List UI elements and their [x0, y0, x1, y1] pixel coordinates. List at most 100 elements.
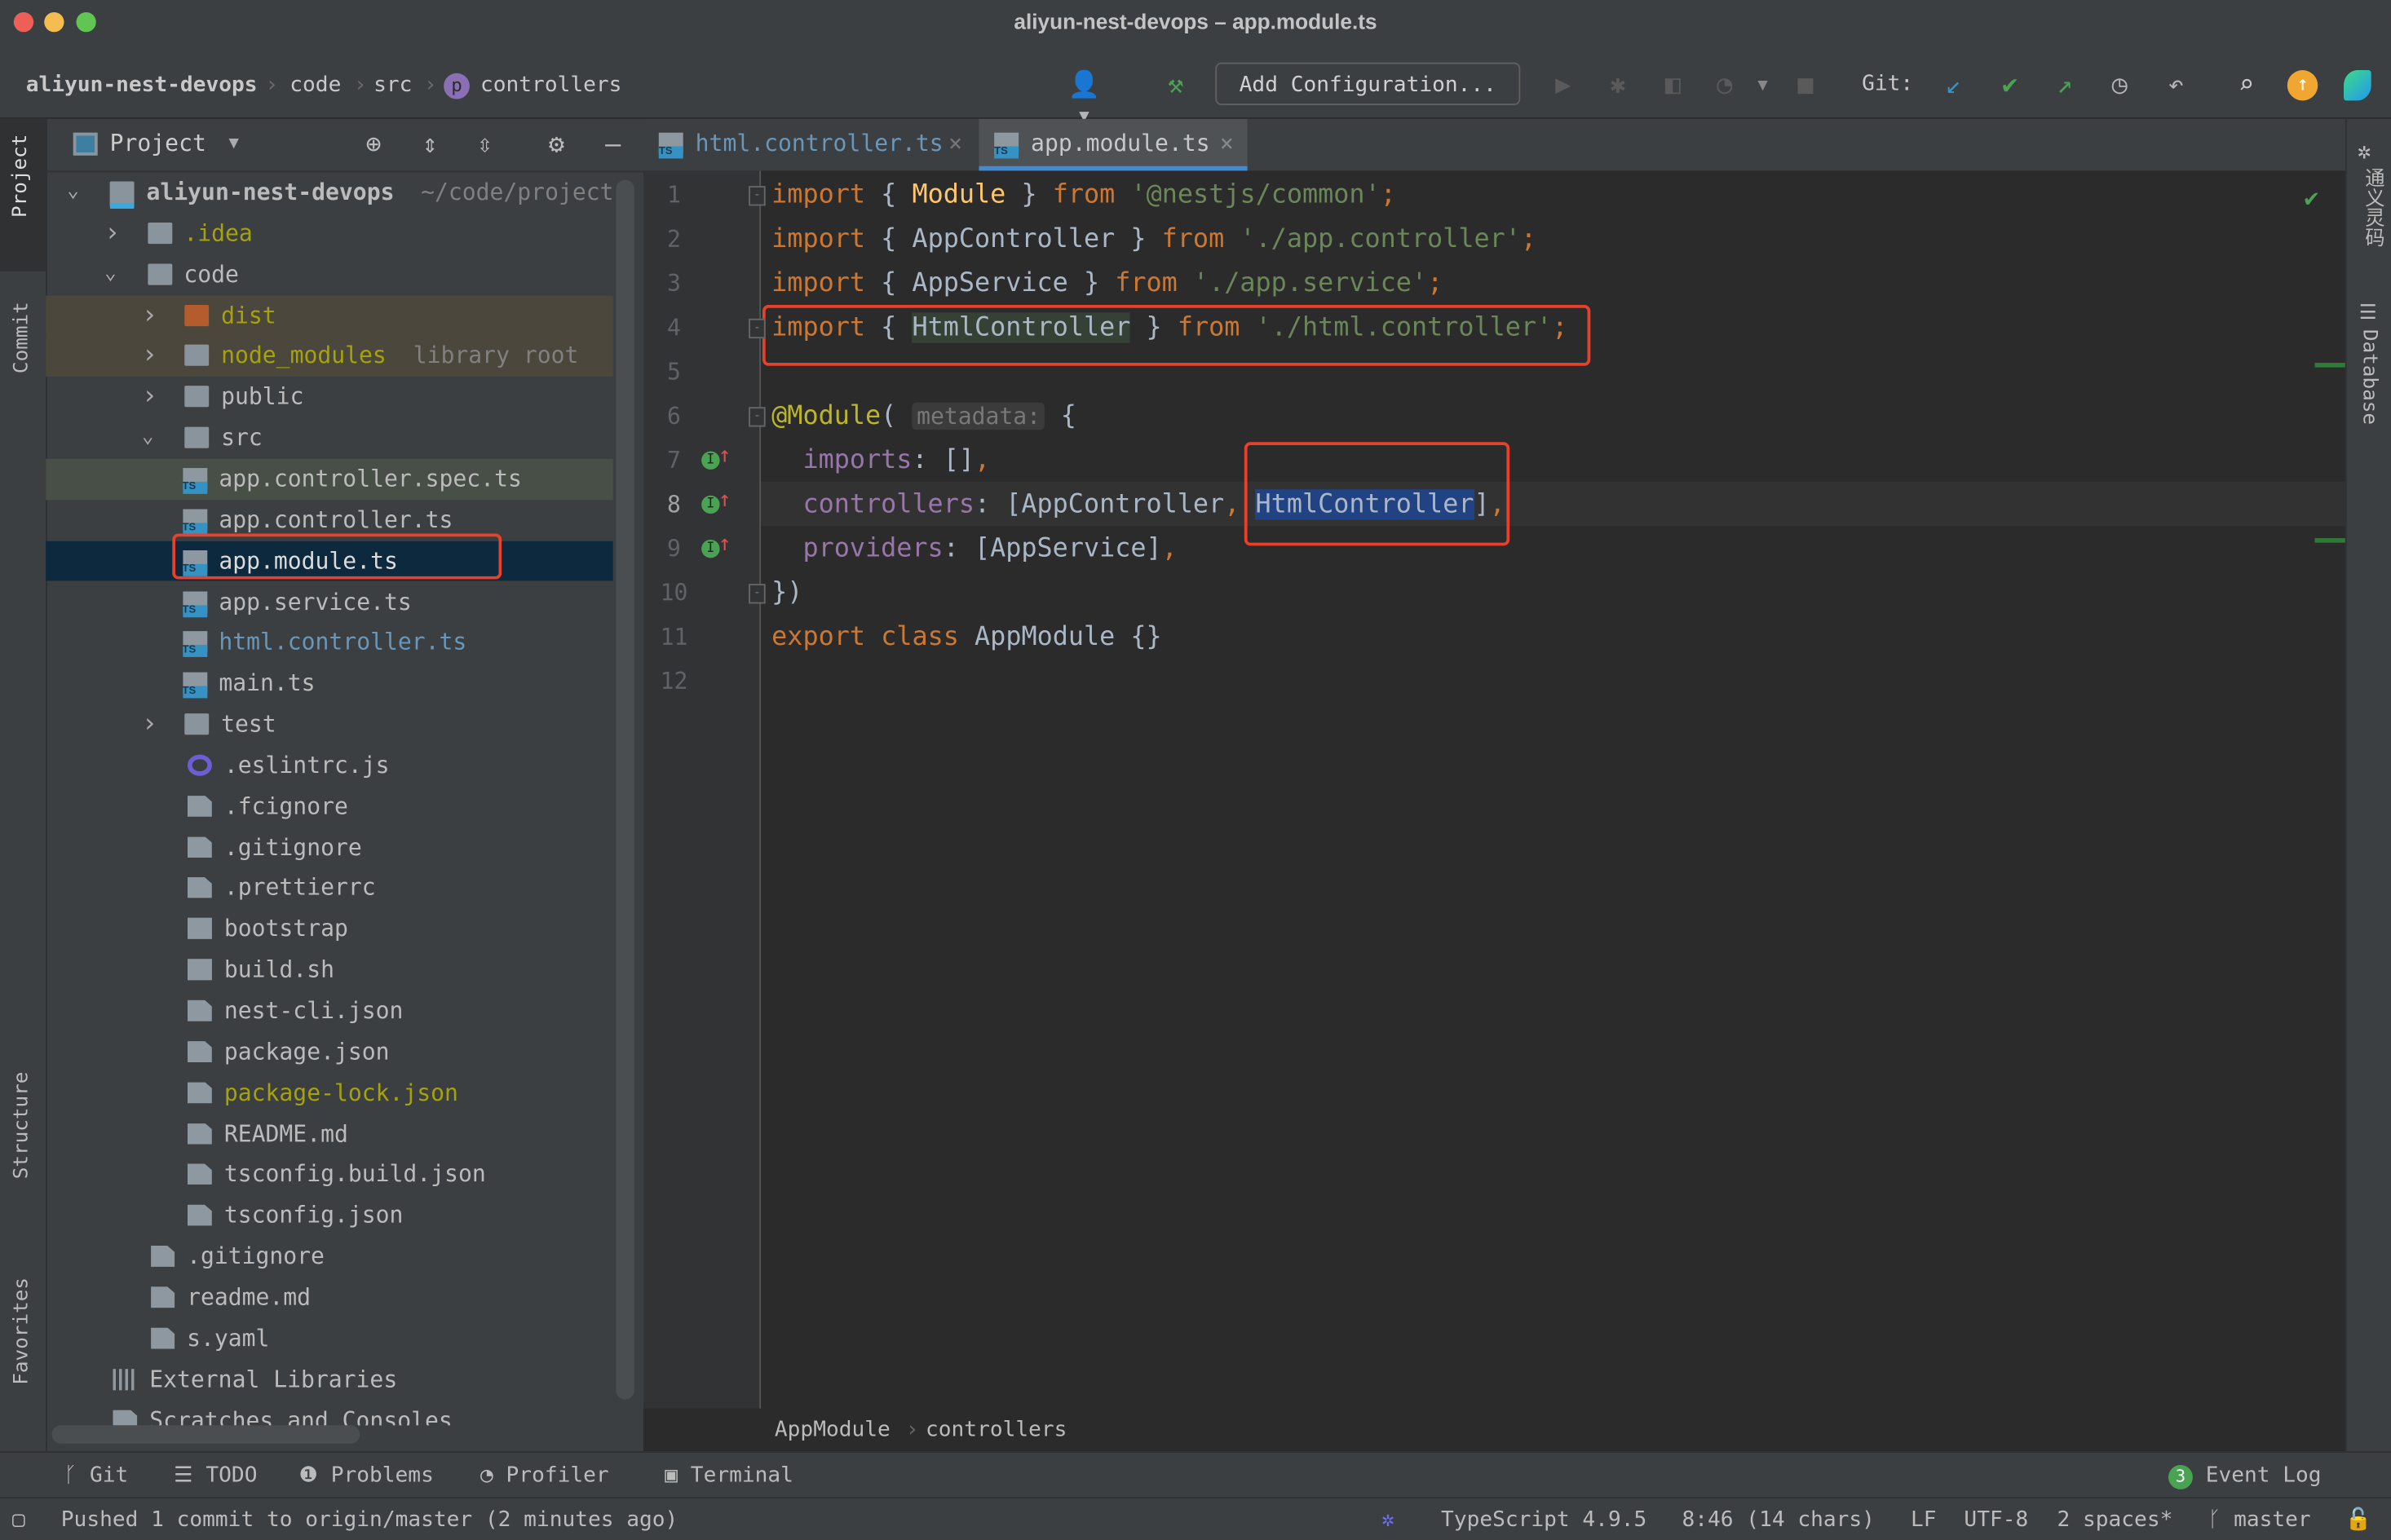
- code-line[interactable]: export class AppModule {}: [771, 616, 1162, 660]
- tree-item[interactable]: › public: [46, 377, 613, 417]
- expand-all-icon[interactable]: ⇕: [413, 130, 447, 160]
- tree-item[interactable]: bootstrap: [46, 909, 613, 950]
- status-message[interactable]: Pushed 1 commit to origin/master (2 minu…: [61, 1498, 678, 1539]
- breadcrumb-src[interactable]: src: [373, 73, 412, 98]
- tree-item[interactable]: html.controller.ts: [46, 623, 613, 664]
- implements-gutter-icon[interactable]: I: [701, 495, 720, 514]
- arrow-up-icon[interactable]: ↑: [718, 443, 731, 468]
- update-icon[interactable]: ↑: [2287, 70, 2318, 101]
- fold-icon[interactable]: -: [749, 318, 766, 339]
- tree-item[interactable]: readme.md: [46, 1277, 613, 1318]
- hide-panel-icon[interactable]: —: [596, 130, 630, 160]
- arrow-up-icon[interactable]: ↑: [718, 532, 731, 557]
- stop-icon[interactable]: ■: [1788, 70, 1822, 100]
- language-service[interactable]: TypeScript 4.9.5: [1441, 1498, 1646, 1539]
- chevron-right-icon[interactable]: ›: [142, 295, 157, 336]
- chevron-down-icon[interactable]: ▼: [1746, 70, 1779, 100]
- tree-item[interactable]: › .idea: [46, 213, 613, 254]
- close-tab-icon[interactable]: ×: [1220, 119, 1234, 168]
- breadcrumb-controllers[interactable]: controllers: [926, 1409, 1067, 1451]
- profile-icon[interactable]: ◔: [1708, 70, 1741, 100]
- tool-profiler[interactable]: ◔ Profiler: [480, 1453, 609, 1498]
- tree-item[interactable]: build.sh: [46, 950, 613, 991]
- tree-item[interactable]: .gitignore: [46, 827, 613, 868]
- arrow-up-icon[interactable]: ↑: [718, 488, 731, 512]
- file-encoding[interactable]: UTF-8: [1964, 1498, 2028, 1539]
- database-tool-button[interactable]: Database: [2358, 329, 2380, 425]
- search-icon[interactable]: ⌕: [2230, 70, 2263, 100]
- git-update-icon[interactable]: ↙: [1937, 70, 1970, 100]
- code-line[interactable]: providers: [AppService],: [771, 527, 1177, 571]
- tree-item[interactable]: ⌄ code: [46, 254, 613, 295]
- tree-item[interactable]: › dist: [46, 294, 613, 337]
- add-configuration-button[interactable]: Add Configuration...: [1215, 62, 1521, 106]
- git-push-icon[interactable]: ↗: [2048, 70, 2081, 100]
- project-view-selector[interactable]: Project: [110, 130, 206, 157]
- tree-item[interactable]: README.md: [46, 1114, 613, 1154]
- caret-position[interactable]: 8:46 (14 chars): [1682, 1498, 1874, 1539]
- line-separator[interactable]: LF: [1911, 1498, 1937, 1539]
- tool-git[interactable]: ᚴ Git: [64, 1453, 129, 1498]
- project-tool-button[interactable]: Project: [0, 118, 46, 271]
- commit-tool-button[interactable]: Commit: [11, 302, 33, 373]
- tree-item[interactable]: .prettierrc: [46, 868, 613, 909]
- chevron-down-icon[interactable]: ▼: [228, 133, 238, 152]
- tree-item[interactable]: ⌄ src: [46, 418, 613, 459]
- chevron-down-icon[interactable]: ⌄: [67, 172, 79, 213]
- git-commit-icon[interactable]: ✔: [1993, 70, 2026, 100]
- tool-problems[interactable]: ❶ Problems: [299, 1453, 434, 1498]
- rollback-icon[interactable]: ↶: [2159, 70, 2193, 100]
- code-line[interactable]: import { Module } from '@nestjs/common';: [771, 174, 1396, 218]
- tool-event-log[interactable]: 3 Event Log: [2168, 1453, 2322, 1498]
- coverage-icon[interactable]: ◧: [1656, 70, 1690, 100]
- tool-todo[interactable]: ☰ TODO: [174, 1453, 257, 1498]
- gear-icon[interactable]: ⚙: [540, 130, 573, 160]
- tree-vertical-scrollbar[interactable]: [616, 179, 634, 1400]
- tree-item[interactable]: External Libraries: [46, 1359, 613, 1400]
- locate-file-icon[interactable]: ⊕: [357, 130, 391, 160]
- git-branch[interactable]: ᚴ master: [2208, 1498, 2311, 1539]
- code-line[interactable]: import { AppService } from './app.servic…: [771, 263, 1443, 307]
- build-hammer-icon[interactable]: ⚒: [1159, 70, 1192, 100]
- tab-html-controller[interactable]: html.controller.ts ×: [647, 119, 976, 171]
- fold-icon[interactable]: -: [749, 584, 766, 604]
- breadcrumb-appmodule[interactable]: AppModule: [775, 1409, 891, 1451]
- tab-app-module[interactable]: app.module.ts ×: [979, 118, 1248, 171]
- indent-setting[interactable]: 2 spaces*: [2057, 1498, 2172, 1539]
- toggle-tool-windows-icon[interactable]: ▢: [12, 1498, 25, 1539]
- fold-icon[interactable]: -: [749, 186, 766, 206]
- tree-item[interactable]: main.ts: [46, 664, 613, 704]
- tree-item[interactable]: .eslintrc.js: [46, 745, 613, 786]
- chevron-right-icon[interactable]: ›: [142, 336, 157, 377]
- run-icon[interactable]: ▶: [1546, 70, 1580, 100]
- tree-item[interactable]: tsconfig.build.json: [46, 1154, 613, 1195]
- structure-tool-button[interactable]: Structure: [11, 1072, 33, 1180]
- collapse-all-icon[interactable]: ⇳: [468, 130, 502, 160]
- tree-item[interactable]: app.controller.spec.ts: [46, 458, 613, 500]
- chevron-down-icon[interactable]: ⌄: [104, 254, 117, 295]
- code-line[interactable]: @Module( metadata: {: [771, 395, 1076, 439]
- tree-item[interactable]: Scratches and Consoles: [46, 1401, 613, 1426]
- history-icon[interactable]: ◷: [2103, 70, 2137, 100]
- favorites-tool-button[interactable]: Favorites: [11, 1277, 33, 1385]
- tree-item[interactable]: ⌄ aliyun-nest-devops ~/code/project-: [46, 172, 627, 213]
- close-tab-icon[interactable]: ×: [948, 119, 962, 168]
- lock-icon[interactable]: 🔓: [2345, 1498, 2372, 1539]
- tongyi-status-icon[interactable]: ✲: [1381, 1498, 1394, 1539]
- implements-gutter-icon[interactable]: I: [701, 539, 720, 558]
- breadcrumb-project[interactable]: aliyun-nest-devops: [26, 73, 258, 98]
- implements-gutter-icon[interactable]: I: [701, 451, 720, 470]
- tree-item[interactable]: › node_modules library root: [46, 336, 613, 377]
- tree-item[interactable]: package.json: [46, 1032, 613, 1073]
- code-line[interactable]: import { HtmlController } from './html.c…: [771, 307, 1567, 351]
- tool-terminal[interactable]: ▣ Terminal: [665, 1453, 793, 1498]
- tree-item[interactable]: tsconfig.json: [46, 1195, 613, 1236]
- chevron-right-icon[interactable]: ›: [104, 213, 120, 254]
- chevron-right-icon[interactable]: ›: [142, 704, 157, 745]
- jetbrains-toolbox-icon[interactable]: [2344, 70, 2371, 101]
- tree-item[interactable]: s.yaml: [46, 1318, 613, 1359]
- tree-item[interactable]: package-lock.json: [46, 1073, 613, 1114]
- code-line[interactable]: }): [771, 571, 802, 616]
- fold-icon[interactable]: -: [749, 407, 766, 427]
- breadcrumb-code[interactable]: code: [289, 73, 341, 98]
